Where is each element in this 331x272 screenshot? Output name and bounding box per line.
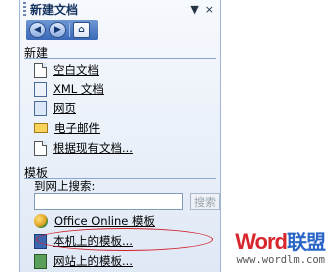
task-pane-titlebar: 新建文档 ▼ ×	[20, 0, 220, 18]
new-email-item[interactable]: 电子邮件	[34, 119, 100, 137]
pane-nav-bar: ◀ ▶ ⌂	[26, 20, 98, 40]
new-item-label[interactable]: 电子邮件	[54, 120, 100, 136]
web-page-icon	[34, 100, 47, 116]
grip-handle[interactable]	[23, 2, 26, 16]
search-button[interactable]: 搜索	[190, 193, 220, 210]
template-item-label[interactable]: 网站上的模板...	[53, 253, 133, 269]
template-item-label[interactable]: 本机上的模板...	[53, 233, 133, 249]
new-item-label[interactable]: 网页	[53, 100, 76, 116]
website-templates-icon	[34, 253, 47, 269]
watermark: Word联盟 www.wordlm.com	[221, 226, 331, 272]
existing-document-icon	[34, 140, 47, 156]
search-input[interactable]	[34, 193, 183, 210]
template-item-label[interactable]: Office Online 模板	[54, 213, 155, 229]
nav-separator	[69, 23, 70, 37]
screenshot-canvas: 新建文档 ▼ × ◀ ▶ ⌂ 新建 空白文档 XML 文档 网页 电子邮件 根据…	[0, 0, 331, 272]
new-from-existing-item[interactable]: 根据现有文档...	[34, 139, 133, 157]
section-divider	[24, 58, 216, 59]
xml-document-icon	[34, 81, 47, 97]
new-item-label[interactable]: XML 文档	[53, 81, 104, 97]
blank-document-icon	[34, 62, 47, 78]
watermark-brand-latin: Word	[235, 229, 288, 254]
forward-button[interactable]: ▶	[49, 22, 66, 38]
website-templates-item[interactable]: 网站上的模板...	[34, 252, 133, 270]
new-blank-document-item[interactable]: 空白文档	[34, 61, 99, 79]
watermark-brand-cn: 联盟	[287, 230, 326, 254]
office-online-templates-item[interactable]: Office Online 模板	[34, 212, 155, 230]
pane-menu-icon[interactable]: ▼	[190, 3, 198, 16]
back-arrow-icon: ◀	[34, 25, 41, 35]
task-pane: 新建文档 ▼ × ◀ ▶ ⌂ 新建 空白文档 XML 文档 网页 电子邮件 根据…	[19, 0, 221, 272]
pane-title: 新建文档	[30, 2, 79, 17]
home-icon: ⌂	[78, 25, 85, 35]
back-button[interactable]: ◀	[29, 22, 46, 38]
local-templates-item[interactable]: 本机上的模板...	[34, 232, 133, 250]
watermark-url: www.wordlm.com	[236, 254, 325, 266]
home-button[interactable]: ⌂	[73, 22, 90, 38]
forward-arrow-icon: ▶	[54, 25, 61, 35]
local-templates-icon	[34, 233, 47, 249]
office-online-icon	[34, 214, 48, 228]
watermark-logo: Word联盟	[235, 226, 326, 255]
email-icon	[34, 123, 48, 133]
new-item-label[interactable]: 空白文档	[53, 62, 99, 78]
new-web-page-item[interactable]: 网页	[34, 99, 76, 117]
new-item-label[interactable]: 根据现有文档...	[53, 140, 133, 156]
new-xml-document-item[interactable]: XML 文档	[34, 80, 104, 98]
search-online-label: 到网上搜索:	[34, 179, 96, 193]
close-icon[interactable]: ×	[205, 3, 214, 16]
